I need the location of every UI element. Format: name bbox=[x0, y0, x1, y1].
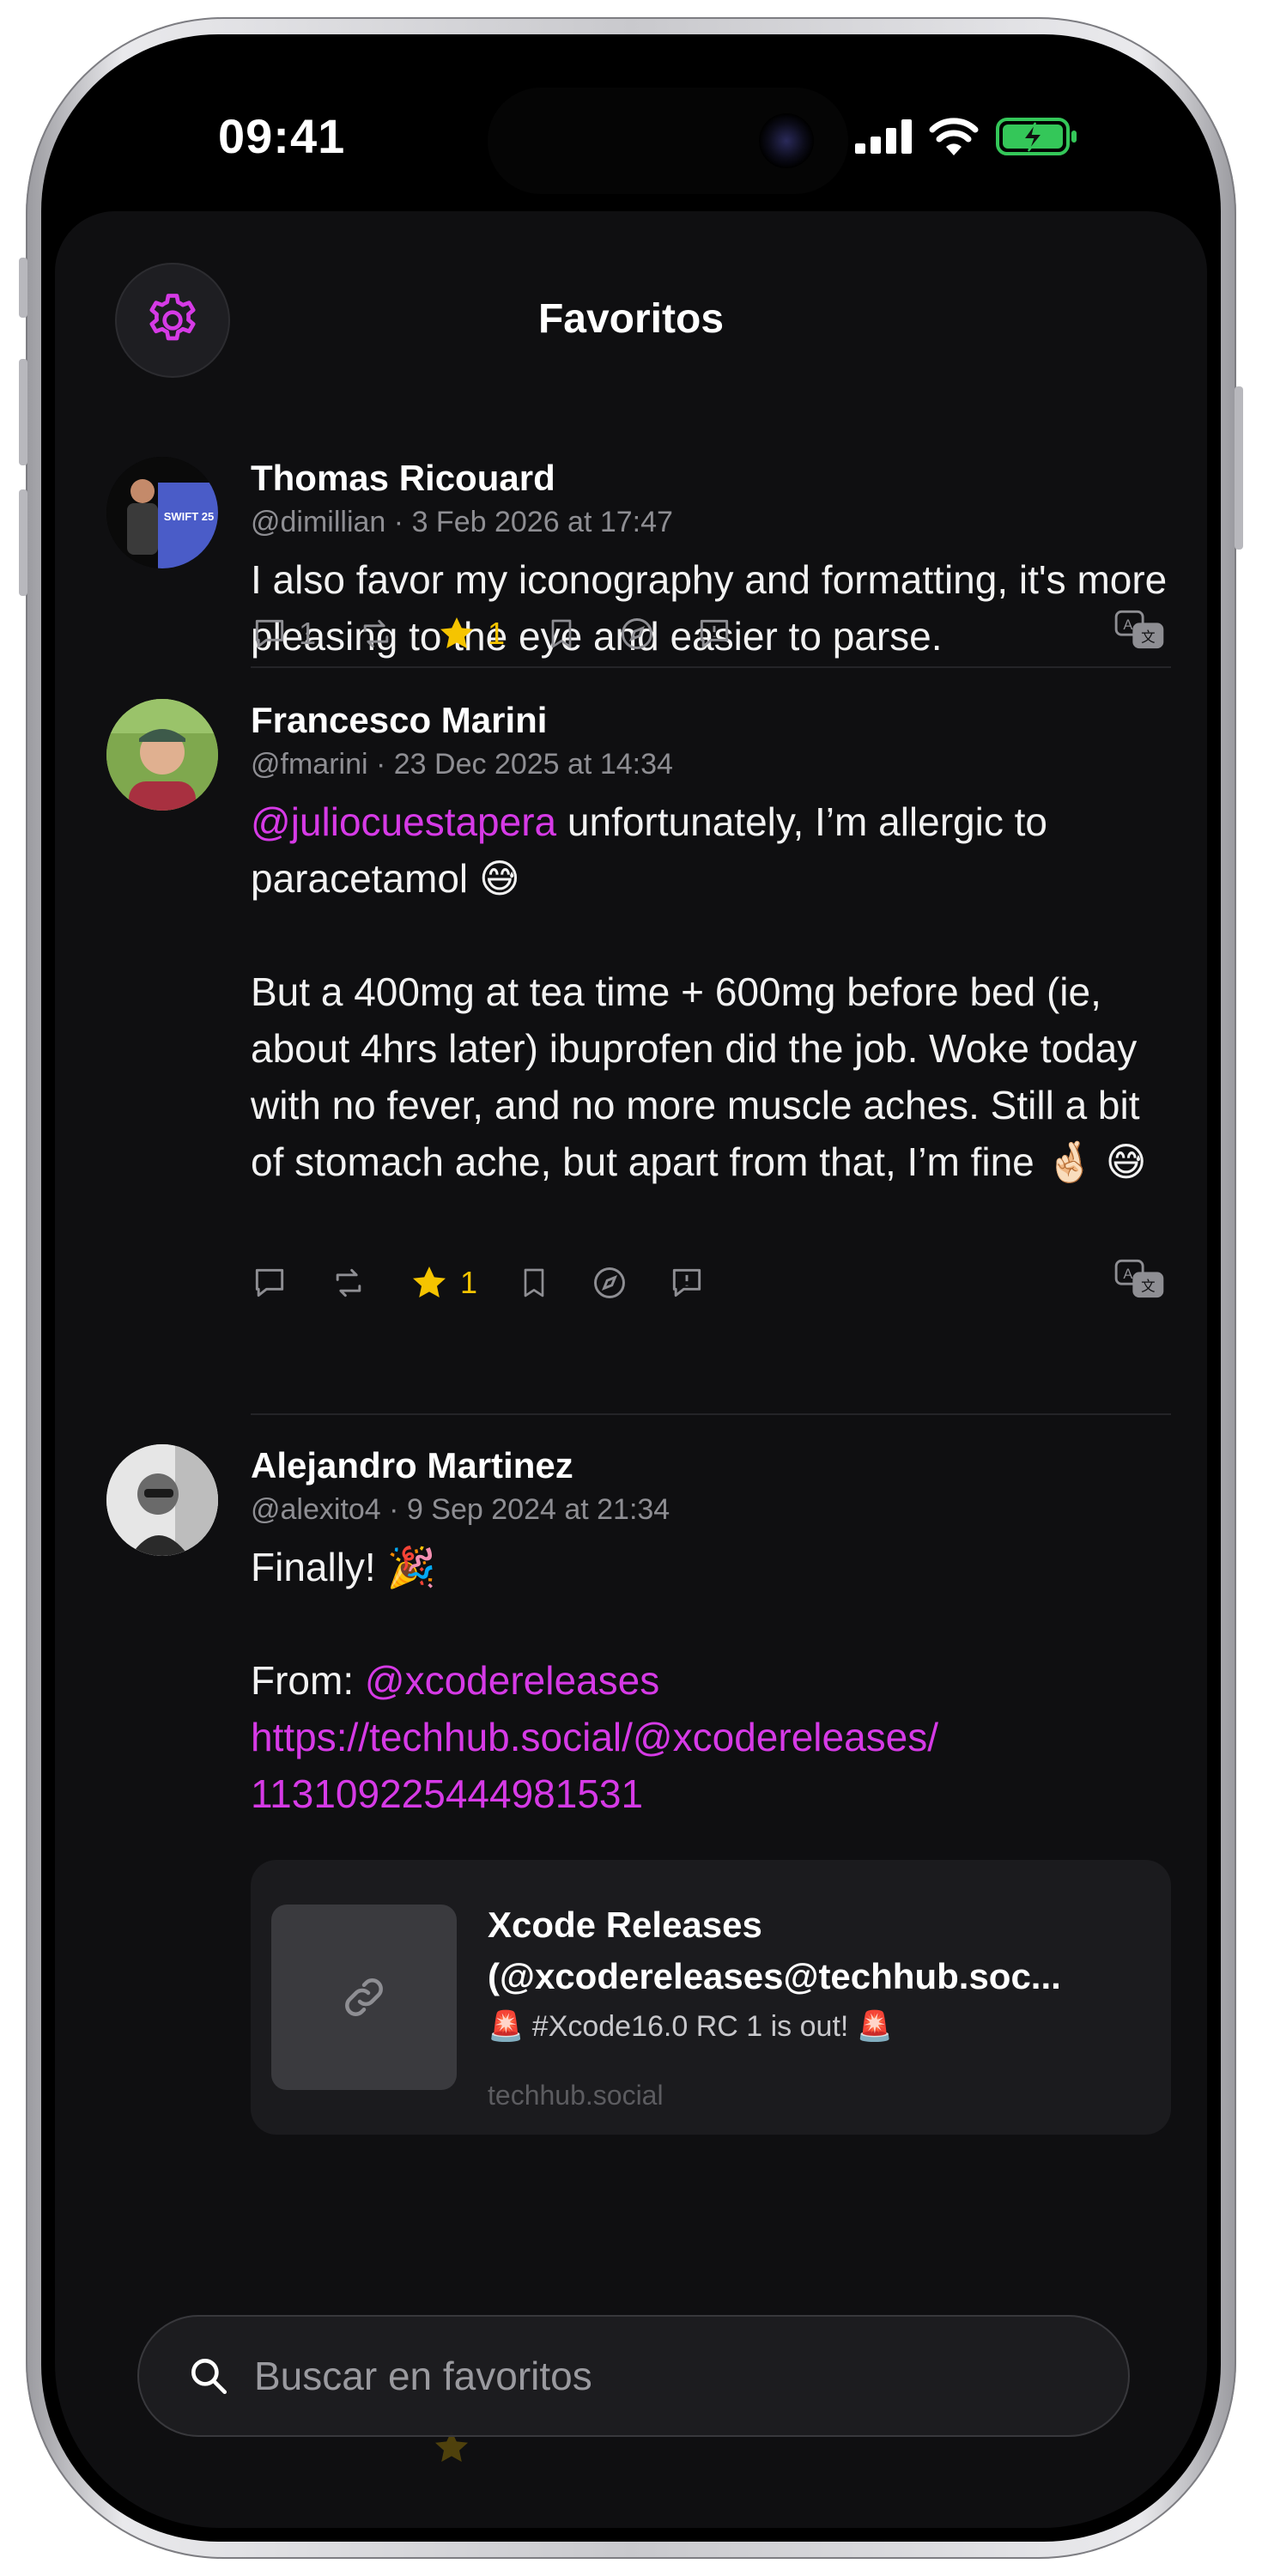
reply-button[interactable] bbox=[251, 1264, 288, 1302]
search-icon bbox=[191, 2359, 228, 2395]
post-date: 23 Dec 2025 at 14:34 bbox=[393, 748, 673, 781]
search-input[interactable] bbox=[252, 2352, 1028, 2400]
report-button[interactable] bbox=[668, 1264, 706, 1302]
action-button bbox=[19, 258, 27, 318]
author-name[interactable]: Thomas Ricouard bbox=[251, 457, 1171, 500]
favorite-count: 1 bbox=[460, 1265, 478, 1300]
search-bar[interactable] bbox=[137, 2315, 1130, 2437]
translate-button[interactable]: A文 bbox=[1113, 1257, 1166, 1304]
translate-icon: A文 bbox=[1114, 1259, 1164, 1298]
author-handle[interactable]: @fmarini bbox=[251, 748, 368, 781]
author-name[interactable]: Francesco Marini bbox=[251, 699, 1171, 742]
post-date: 3 Feb 2026 at 17:47 bbox=[411, 506, 673, 538]
avatar-image bbox=[106, 1444, 218, 1556]
link-preview-domain: techhub.social bbox=[488, 2080, 664, 2111]
boost-icon bbox=[336, 1268, 361, 1297]
star-filled-icon bbox=[413, 1267, 446, 1297]
svg-text:A: A bbox=[1123, 617, 1132, 633]
report-icon bbox=[700, 619, 729, 648]
avatar[interactable] bbox=[106, 699, 218, 811]
dynamic-island bbox=[488, 88, 848, 194]
camera-icon bbox=[759, 113, 814, 168]
favorite-button[interactable]: 1 bbox=[436, 613, 505, 654]
svg-text:A: A bbox=[1123, 1266, 1132, 1282]
reply-count: 1 bbox=[299, 616, 317, 651]
favorites-sheet: Favoritos SWIFT 25 Thomas Ricouard @dimi… bbox=[55, 211, 1207, 2528]
wifi-icon bbox=[929, 118, 979, 155]
post-body: Alejandro Martinez @alexito4 · 9 Sep 202… bbox=[251, 1444, 1171, 1822]
reply-button[interactable]: 1 bbox=[251, 615, 316, 653]
author-name[interactable]: Alejandro Martinez bbox=[251, 1444, 1171, 1487]
screen: 09:41 Favoritos SWIFT 25 Thomas Ricouard… bbox=[55, 48, 1207, 2528]
bookmark-button[interactable] bbox=[544, 615, 579, 653]
post-meta: @fmarini · 23 Dec 2025 at 14:34 bbox=[251, 745, 1171, 783]
post-content: Finally! 🎉 bbox=[251, 1545, 436, 1589]
star-filled-icon bbox=[440, 617, 474, 648]
mention-link[interactable]: @xcodereleases bbox=[365, 1658, 659, 1703]
post-link[interactable]: https://techhub.social/@xcodereleases/ 1… bbox=[251, 1709, 1171, 1822]
cellular-signal-icon bbox=[855, 119, 912, 154]
post-divider bbox=[251, 1413, 1171, 1415]
reply-icon bbox=[255, 619, 284, 648]
boost-icon bbox=[363, 619, 389, 648]
post-divider bbox=[251, 666, 1171, 668]
bookmark-icon bbox=[551, 619, 572, 648]
author-handle[interactable]: @alexito4 bbox=[251, 1493, 381, 1526]
link-icon bbox=[345, 1978, 383, 2016]
svg-text:SWIFT 25: SWIFT 25 bbox=[164, 510, 215, 523]
translate-button[interactable]: A文 bbox=[1113, 608, 1166, 655]
compass-icon bbox=[594, 1267, 625, 1298]
avatar[interactable]: SWIFT 25 bbox=[106, 457, 218, 568]
volume-down-button bbox=[19, 489, 27, 596]
compass-icon bbox=[622, 618, 653, 649]
page-title: Favoritos bbox=[537, 296, 725, 342]
meta-separator: · bbox=[393, 506, 412, 538]
bookmark-button[interactable] bbox=[517, 1264, 551, 1302]
bookmark-icon bbox=[524, 1268, 544, 1297]
report-icon bbox=[672, 1268, 701, 1297]
post-meta: @dimillian · 3 Feb 2026 at 17:47 bbox=[251, 503, 1171, 541]
avatar-image: SWIFT 25 bbox=[106, 457, 218, 568]
reply-icon bbox=[255, 1268, 284, 1297]
post-body: Francesco Marini @fmarini · 23 Dec 2025 … bbox=[251, 699, 1171, 1190]
link-preview-description: 🚨 #Xcode16.0 RC 1 is out! 🚨 bbox=[488, 2010, 894, 2043]
open-in-browser-button[interactable] bbox=[618, 615, 656, 653]
link-preview-title: Xcode Releases (@xcodereleases@techhub.s… bbox=[488, 1905, 1061, 1996]
battery-charging-icon bbox=[996, 118, 1077, 155]
mention-link[interactable]: @juliocuestapera bbox=[251, 799, 556, 844]
boost-button[interactable] bbox=[355, 615, 397, 653]
status-time: 09:41 bbox=[218, 109, 346, 163]
svg-text:文: 文 bbox=[1141, 1278, 1156, 1294]
post-content-paragraph: From: @xcodereleases bbox=[251, 1652, 1171, 1709]
link-preview-card[interactable]: Xcode Releases (@xcodereleases@techhub.s… bbox=[251, 1860, 1171, 2135]
from-label: From: bbox=[251, 1658, 365, 1703]
open-in-browser-button[interactable] bbox=[591, 1264, 628, 1302]
power-button bbox=[1235, 386, 1243, 550]
volume-up-button bbox=[19, 359, 27, 465]
post-content: @juliocuestapera unfortunately, I’m alle… bbox=[251, 793, 1171, 907]
status-icons bbox=[855, 117, 1078, 156]
post-date: 9 Sep 2024 at 21:34 bbox=[406, 1493, 670, 1526]
avatar[interactable] bbox=[106, 1444, 218, 1556]
post-content-paragraph: But a 400mg at tea time + 600mg before b… bbox=[251, 969, 1147, 1184]
svg-text:文: 文 bbox=[1141, 629, 1156, 645]
favorite-count: 1 bbox=[488, 616, 506, 651]
boost-button[interactable] bbox=[328, 1264, 369, 1302]
translate-icon: A文 bbox=[1114, 610, 1164, 649]
author-handle[interactable]: @dimillian bbox=[251, 506, 385, 538]
link-preview-thumbnail bbox=[271, 1905, 457, 2090]
favorite-button[interactable]: 1 bbox=[409, 1262, 477, 1303]
post-meta: @alexito4 · 9 Sep 2024 at 21:34 bbox=[251, 1491, 1171, 1528]
avatar-image bbox=[106, 699, 218, 811]
meta-separator: · bbox=[375, 748, 394, 781]
report-button[interactable] bbox=[695, 615, 733, 653]
meta-separator: · bbox=[389, 1493, 407, 1526]
